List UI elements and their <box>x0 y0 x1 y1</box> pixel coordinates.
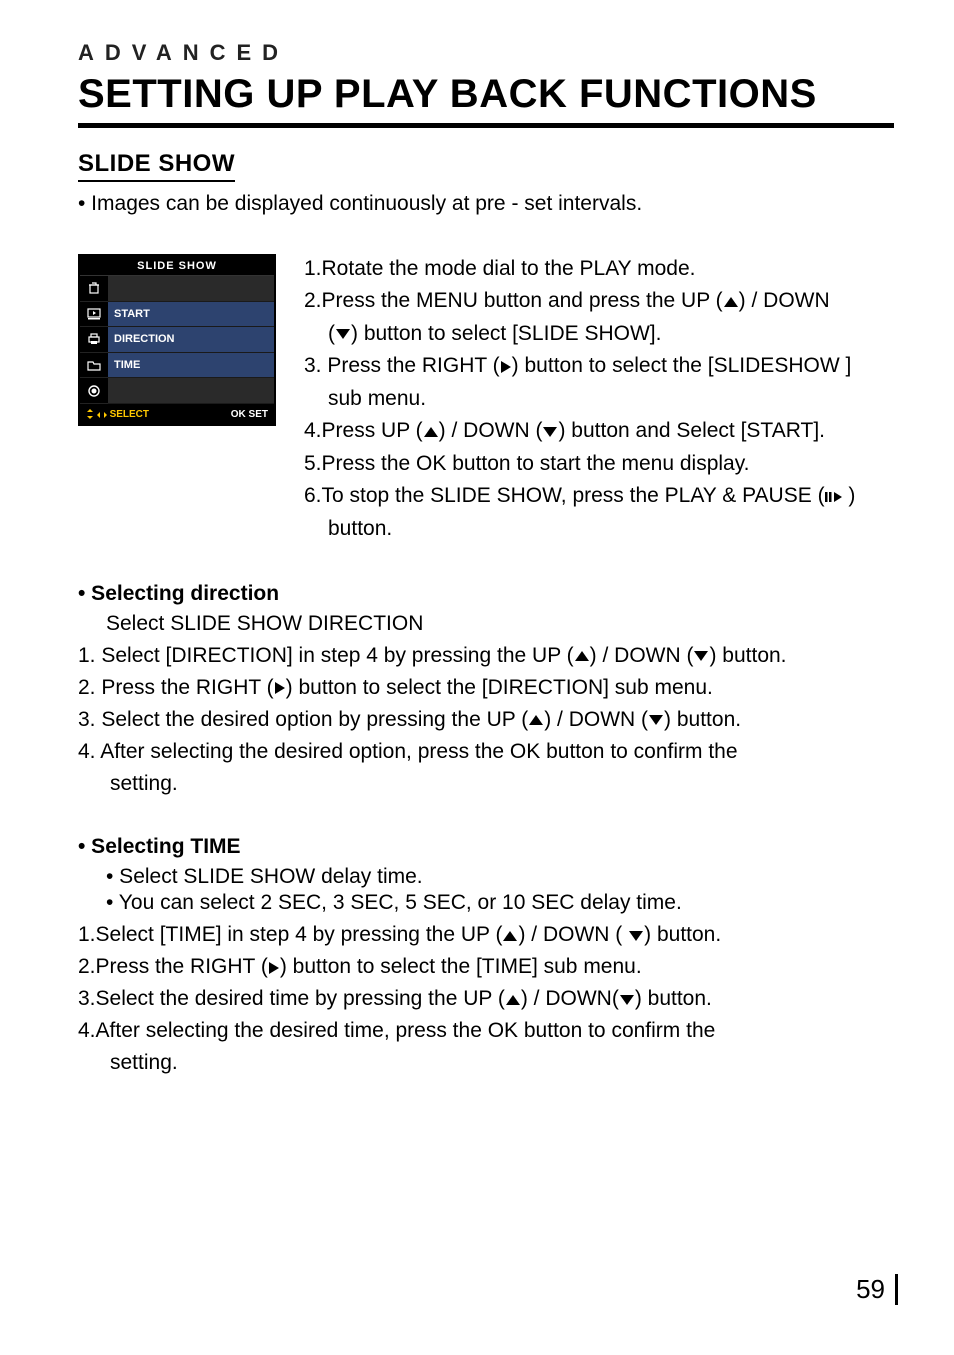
print-icon <box>80 327 108 353</box>
step-3-text-a: 3. Press the RIGHT ( <box>304 354 500 377</box>
record-icon <box>80 378 108 404</box>
t1-b: ) / DOWN ( <box>518 923 622 946</box>
direction-section: • Selecting direction Select SLIDE SHOW … <box>78 582 894 800</box>
direction-step-3: 3. Select the desired option by pressing… <box>78 704 894 736</box>
lcd-row-time: TIME <box>108 353 274 379</box>
step-2-line1: 2.Press the MENU button and press the UP… <box>304 286 855 316</box>
step-3-line2: sub menu. <box>304 384 855 414</box>
down-arrow-icon <box>693 650 709 662</box>
time-step-1: 1.Select [TIME] in step 4 by pressing th… <box>78 919 894 951</box>
t1-c: ) button. <box>644 923 721 946</box>
up-arrow-icon <box>528 714 544 726</box>
t3-b: ) / DOWN( <box>521 987 619 1010</box>
slideshow-heading: SLIDE SHOW <box>78 150 235 182</box>
time-step-4b: setting. <box>78 1047 894 1079</box>
lcd-row-direction: DIRECTION <box>108 327 274 353</box>
direction-heading: • Selecting direction <box>78 582 894 606</box>
slideshow-steps: 1.Rotate the mode dial to the PLAY mode.… <box>304 254 855 546</box>
step-2-text-a: 2.Press the MENU button and press the UP… <box>304 289 723 312</box>
step-4-text-b: ) / DOWN ( <box>439 419 543 442</box>
time-steps: 1.Select [TIME] in step 4 by pressing th… <box>78 919 894 1079</box>
up-arrow-icon <box>723 296 739 308</box>
direction-step-2: 2. Press the RIGHT ( ) button to select t… <box>78 672 894 704</box>
lcd-select-label: SELECT <box>110 409 149 420</box>
step-6-line1: 6.To stop the SLIDE SHOW, press the PLAY… <box>304 481 855 511</box>
d1-c: ) button. <box>709 644 786 667</box>
manual-page: ADVANCED SETTING UP PLAY BACK FUNCTIONS … <box>0 0 954 1355</box>
direction-step-4b: setting. <box>78 768 894 800</box>
step-3-line1: 3. Press the RIGHT ( ) button to select t… <box>304 351 855 381</box>
step-6-text-b: ) <box>848 484 855 507</box>
delete-icon <box>80 276 108 302</box>
up-arrow-icon <box>574 650 590 662</box>
slideshow-main-row: SLIDE SHOW START DIRECTION TIME <box>78 254 894 546</box>
direction-steps: 1. Select [DIRECTION] in step 4 by press… <box>78 640 894 800</box>
up-arrow-icon <box>423 426 439 438</box>
lcd-row-blank-2 <box>108 378 274 404</box>
time-step-2: 2.Press the RIGHT ( ) button to select th… <box>78 951 894 983</box>
right-arrow-icon <box>274 681 286 695</box>
direction-note: Select SLIDE SHOW DIRECTION <box>106 612 894 636</box>
step-2-text-c: ( <box>328 322 335 345</box>
direction-step-4a: 4. After selecting the desired option, p… <box>78 736 894 768</box>
lcd-row-start: START <box>108 302 274 328</box>
d3-b: ) / DOWN ( <box>544 708 648 731</box>
t3-a: 3.Select the desired time by pressing th… <box>78 987 505 1010</box>
step-4-text-a: 4.Press UP ( <box>304 419 423 442</box>
lcd-footer: SELECT OK SET <box>80 404 274 424</box>
lcd-select-hint: SELECT <box>86 409 149 420</box>
page-number: 59 <box>856 1274 898 1305</box>
d1-b: ) / DOWN ( <box>590 644 694 667</box>
time-step-3: 3.Select the desired time by pressing th… <box>78 983 894 1015</box>
right-arrow-icon <box>500 360 512 374</box>
step-2-line2: ( ) button to select [SLIDE SHOW]. <box>304 319 855 349</box>
down-arrow-icon <box>648 714 664 726</box>
lcd-icon-column <box>80 276 108 404</box>
down-arrow-icon <box>619 994 635 1006</box>
lcd-rows: START DIRECTION TIME <box>108 276 274 404</box>
lcd-row-blank <box>108 276 274 302</box>
direction-step-1: 1. Select [DIRECTION] in step 4 by press… <box>78 640 894 672</box>
time-note-2: • You can select 2 SEC, 3 SEC, 5 SEC, or… <box>106 891 894 915</box>
t2-b: ) button to select the [TIME] sub menu. <box>280 955 642 978</box>
lcd-title: SLIDE SHOW <box>80 256 274 276</box>
page-title: SETTING UP PLAY BACK FUNCTIONS <box>78 72 894 128</box>
up-arrow-icon <box>505 994 521 1006</box>
d3-a: 3. Select the desired option by pressing… <box>78 708 528 731</box>
time-step-4a: 4.After selecting the desired time, pres… <box>78 1015 894 1047</box>
t2-a: 2.Press the RIGHT ( <box>78 955 268 978</box>
d2-b: ) button to select the [DIRECTION] sub m… <box>286 676 713 699</box>
time-heading: • Selecting TIME <box>78 835 894 859</box>
step-2-text-d: ) button to select [SLIDE SHOW]. <box>351 322 661 345</box>
down-arrow-icon <box>335 328 351 340</box>
down-arrow-icon <box>542 426 558 438</box>
time-note-1: • Select SLIDE SHOW delay time. <box>106 865 894 889</box>
section-label: ADVANCED <box>78 40 894 66</box>
play-pause-icon <box>825 491 843 503</box>
step-3-text-b: ) button to select the [SLIDESHOW ] <box>512 354 852 377</box>
step-1: 1.Rotate the mode dial to the PLAY mode. <box>304 254 855 284</box>
step-2-text-b: ) / DOWN <box>739 289 830 312</box>
step-6-text-a: 6.To stop the SLIDE SHOW, press the PLAY… <box>304 484 825 507</box>
step-4: 4.Press UP ( ) / DOWN ( ) button and Selec… <box>304 416 855 446</box>
up-arrow-icon <box>502 930 518 942</box>
d2-a: 2. Press the RIGHT ( <box>78 676 274 699</box>
right-arrow-icon <box>268 961 280 975</box>
lcd-ok-label: OK SET <box>231 409 268 420</box>
slideshow-icon <box>80 302 108 328</box>
lcd-screenshot: SLIDE SHOW START DIRECTION TIME <box>78 254 276 426</box>
lcd-body: START DIRECTION TIME <box>80 276 274 404</box>
time-section: • Selecting TIME • Select SLIDE SHOW del… <box>78 835 894 1079</box>
folder-icon <box>80 353 108 379</box>
step-6-line2: button. <box>304 514 855 544</box>
d3-c: ) button. <box>664 708 741 731</box>
slideshow-intro: • Images can be displayed continuously a… <box>78 192 894 216</box>
step-4-text-c: ) button and Select [START]. <box>558 419 825 442</box>
step-5: 5.Press the OK button to start the menu … <box>304 449 855 479</box>
t3-c: ) button. <box>635 987 712 1010</box>
d1-a: 1. Select [DIRECTION] in step 4 by press… <box>78 644 574 667</box>
down-arrow-icon <box>628 930 644 942</box>
t1-a: 1.Select [TIME] in step 4 by pressing th… <box>78 923 502 946</box>
